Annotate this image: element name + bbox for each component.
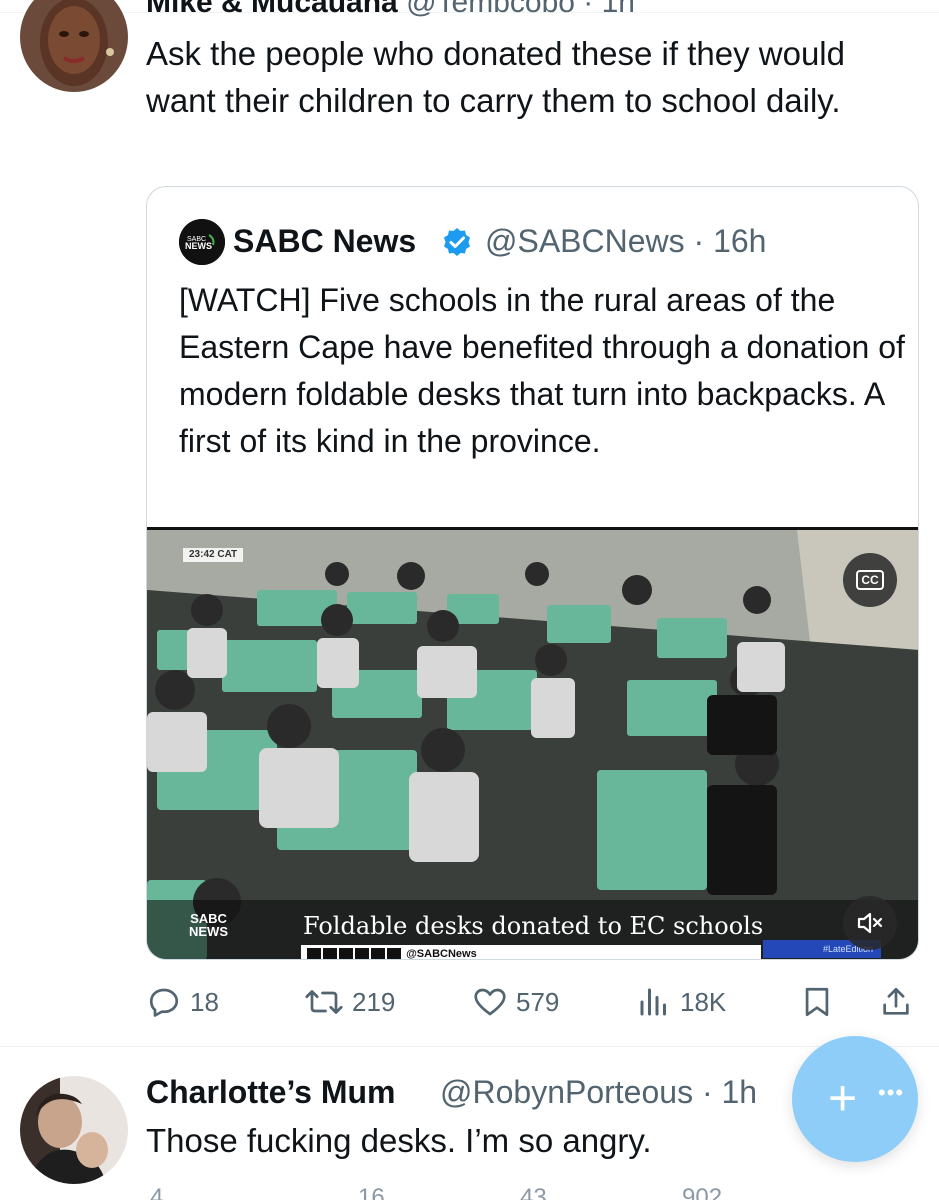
video-frame	[147, 530, 918, 959]
verified-badge-icon	[441, 226, 473, 258]
repost-icon	[305, 990, 343, 1014]
quote-text: [WATCH] Five schools in the rural areas …	[179, 282, 905, 459]
more-dots-icon: •••	[878, 1080, 905, 1105]
repost-count-cut[interactable]: 16	[358, 1184, 385, 1200]
quote-author-name[interactable]: SABC News	[233, 223, 416, 260]
reply-button[interactable]: 18	[146, 978, 219, 1026]
mute-button[interactable]	[843, 896, 897, 950]
like-count-cut[interactable]: 43	[520, 1184, 547, 1200]
reply-handle-time: @RobynPorteous · 1h	[440, 1074, 758, 1110]
video-timestamp: 23:42 CAT	[183, 548, 244, 562]
author-header-cut: Mike & Mucauana @Tembcobo · 1h	[146, 0, 635, 19]
tweet-actions: 18 219 579 18K	[146, 978, 919, 1026]
tweet-text: Ask the people who donated these if they…	[146, 35, 845, 119]
heart-icon	[474, 988, 506, 1016]
reply-icon	[149, 988, 179, 1017]
reply-actions-cut: 4 16 43 902	[146, 1184, 919, 1200]
views-icon	[640, 988, 666, 1016]
view-count-cut[interactable]: 902	[682, 1184, 722, 1200]
video-news-logo: SABC NEWS	[189, 911, 228, 939]
reply-author-name[interactable]: Charlotte’s Mum	[146, 1074, 396, 1111]
compose-fab-button[interactable]: + •••	[792, 1036, 918, 1162]
video-player[interactable]: 23:42 CAT CC SABC NEWS Foldable desks do…	[147, 527, 918, 959]
svg-text:NEWS: NEWS	[185, 241, 212, 251]
like-button[interactable]: 579	[472, 978, 559, 1026]
speaker-muted-icon	[857, 912, 883, 934]
x-icon	[323, 948, 337, 959]
reply-author-avatar[interactable]	[20, 1076, 128, 1184]
tiktok-icon	[371, 948, 385, 959]
captions-button[interactable]: CC	[843, 553, 897, 607]
repost-button[interactable]: 219	[304, 978, 395, 1026]
sabc-news-logo[interactable]: SABC NEWS	[179, 219, 225, 265]
youtube-icon	[355, 948, 369, 959]
video-chyron: Foldable desks donated to EC schools	[303, 912, 764, 940]
plus-icon: +	[828, 1070, 858, 1126]
video-social-bar: @SABCNews	[301, 945, 761, 959]
reply-count-cut[interactable]: 4	[150, 1184, 163, 1200]
views-button[interactable]: 18K	[636, 978, 726, 1026]
share-button[interactable]	[879, 978, 913, 1026]
bookmark-icon	[805, 987, 829, 1017]
divider	[0, 1046, 939, 1047]
instagram-icon	[339, 948, 353, 959]
author-avatar[interactable]	[20, 0, 128, 92]
facebook-icon	[307, 948, 321, 959]
threads-icon	[387, 948, 401, 959]
reply-text: Those fucking desks. I’m so angry.	[146, 1122, 652, 1159]
quote-tweet-card[interactable]: SABC NEWS SABC News @SABCNews · 16h [WAT…	[146, 186, 919, 960]
quote-handle-time: @SABCNews · 16h	[485, 223, 767, 259]
share-icon	[883, 987, 909, 1015]
bookmark-button[interactable]	[800, 978, 834, 1026]
